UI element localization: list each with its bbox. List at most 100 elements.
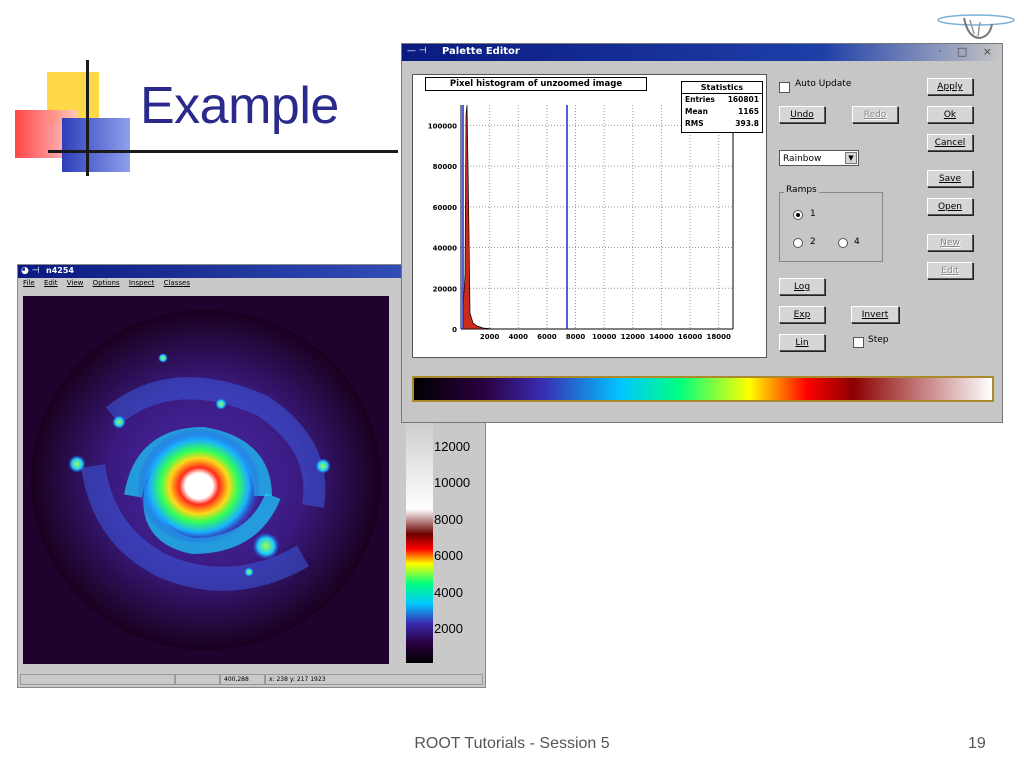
stats-entries-value: 160801 — [727, 95, 759, 104]
palette-axis-label: 6000 — [434, 548, 463, 563]
ramps-label: Ramps — [784, 185, 819, 195]
lin-button-label: Lin — [795, 338, 809, 348]
palette-select[interactable]: Rainbow ▼ — [779, 150, 859, 166]
decor-horizontal-line — [48, 150, 398, 153]
image-window-title: n4254 — [46, 266, 74, 275]
step-label: Step — [868, 335, 889, 345]
ok-button[interactable]: Ok — [927, 106, 973, 123]
ramp-radio-2-label: 2 — [810, 237, 816, 247]
auto-update-checkbox[interactable] — [779, 82, 790, 93]
status-coords: 400,288 — [220, 674, 265, 685]
step-checkbox[interactable] — [853, 337, 864, 348]
menu-options[interactable]: Options — [93, 279, 120, 287]
menu-edit[interactable]: Edit — [44, 279, 58, 287]
image-palette-bar — [406, 415, 433, 663]
histogram-grid — [461, 105, 733, 330]
histogram-y-tick-labels: 100000 80000 60000 40000 20000 0 — [428, 122, 457, 334]
status-readout: x: 238 y: 217 1923 — [265, 674, 483, 685]
new-button-label: New — [940, 238, 960, 248]
save-button[interactable]: Save — [927, 170, 973, 187]
invert-button[interactable]: Invert — [851, 306, 899, 323]
palette-axis-label: 4000 — [434, 585, 463, 600]
log-button[interactable]: Log — [779, 278, 825, 295]
menu-inspect[interactable]: Inspect — [129, 279, 155, 287]
cancel-button-label: Cancel — [934, 138, 966, 148]
palette-axis-label: 2000 — [434, 621, 463, 636]
slide-page-number: 19 — [968, 735, 986, 752]
palette-select-value: Rainbow — [783, 154, 822, 164]
invert-button-label: Invert — [861, 310, 889, 320]
histogram-bars — [462, 104, 494, 330]
x-tick-label: 10000 — [592, 333, 616, 341]
menu-view[interactable]: View — [67, 279, 84, 287]
ramps-group — [779, 192, 883, 262]
x-tick-label: 16000 — [678, 333, 702, 341]
palette-axis-label: 12000 — [434, 439, 471, 454]
status-cell-empty — [175, 674, 220, 685]
palette-editor-titlebar[interactable]: — ⊣ Palette Editor · □ × — [402, 44, 1002, 61]
ramp-radio-1-label: 1 — [810, 209, 816, 219]
redo-button[interactable]: Redo — [852, 106, 898, 123]
open-button-label: Open — [937, 202, 963, 212]
x-tick-label: 14000 — [649, 333, 673, 341]
menu-classes[interactable]: Classes — [164, 279, 190, 287]
window-menu-icon[interactable]: — ⊣ — [407, 46, 427, 56]
histogram-panel: 100000 80000 60000 40000 20000 0 2000 4000 6000… — [412, 74, 767, 358]
new-button[interactable]: New — [927, 234, 973, 251]
ramp-radio-2[interactable] — [793, 238, 803, 248]
palette-editor-title: Palette Editor — [442, 46, 520, 57]
y-tick-label: 60000 — [433, 204, 457, 212]
open-button[interactable]: Open — [927, 198, 973, 215]
status-cell-empty — [20, 674, 175, 685]
x-tick-label: 2000 — [480, 333, 500, 341]
histogram-x-tick-labels: 2000 4000 6000 8000 10000 12000 14000 16000 1800… — [480, 333, 731, 341]
stats-mean-label: Mean — [685, 107, 708, 116]
x-tick-label: 18000 — [707, 333, 731, 341]
slide-footer: ROOT Tutorials - Session 5 — [414, 735, 610, 752]
decor-vertical-line — [86, 60, 89, 176]
chevron-down-icon[interactable]: ▼ — [845, 152, 857, 164]
window-controls-icon[interactable]: · □ × — [938, 45, 998, 58]
edit-button[interactable]: Edit — [927, 262, 973, 279]
y-tick-label: 100000 — [428, 122, 457, 130]
stats-rms-label: RMS — [685, 119, 704, 128]
decor-blue-square — [62, 118, 130, 172]
palette-axis-label: 8000 — [434, 512, 463, 527]
y-tick-label: 80000 — [433, 163, 457, 171]
log-button-label: Log — [793, 282, 811, 292]
edit-button-label: Edit — [941, 266, 959, 276]
save-button-label: Save — [938, 174, 962, 184]
undo-button-label: Undo — [790, 110, 814, 120]
y-tick-label: 20000 — [433, 285, 457, 293]
x-tick-label: 12000 — [621, 333, 645, 341]
ramp-radio-4[interactable] — [838, 238, 848, 248]
ramp-radio-1[interactable] — [793, 210, 803, 220]
window-menu-icon[interactable]: ◕ ⊣ — [21, 266, 40, 276]
palette-axis-label: 10000 — [434, 475, 471, 490]
y-tick-label: 40000 — [433, 245, 457, 253]
y-tick-label: 0 — [452, 326, 457, 334]
lin-button[interactable]: Lin — [779, 334, 825, 351]
palette-editor-window: — ⊣ Palette Editor · □ × 100000 80000 6000… — [401, 43, 1003, 423]
x-tick-label: 4000 — [509, 333, 529, 341]
exp-button-label: Exp — [793, 310, 811, 320]
image-statusbar: 400,288 x: 238 y: 217 1923 — [20, 674, 483, 686]
stats-entries-label: Entries — [685, 95, 715, 104]
histogram-title: Pixel histogram of unzoomed image — [425, 77, 647, 91]
exp-button[interactable]: Exp — [779, 306, 825, 323]
image-palette-axis: 12000 10000 8000 6000 4000 2000 — [432, 415, 492, 663]
palette-color-strip[interactable] — [412, 376, 994, 402]
apply-button[interactable]: Apply — [927, 78, 973, 95]
galaxy-image-canvas[interactable] — [23, 296, 389, 664]
x-tick-label: 8000 — [566, 333, 586, 341]
root-logo-icon — [937, 14, 1015, 40]
apply-button-label: Apply — [937, 82, 963, 92]
menu-file[interactable]: File — [23, 279, 35, 287]
ramp-radio-4-label: 4 — [854, 237, 860, 247]
cancel-button[interactable]: Cancel — [927, 134, 973, 151]
ok-button-label: Ok — [943, 110, 957, 120]
auto-update-label: Auto Update — [795, 79, 852, 89]
stats-mean-value: 1165 — [738, 107, 759, 116]
stats-rms-value: 393.8 — [735, 119, 759, 128]
undo-button[interactable]: Undo — [779, 106, 825, 123]
